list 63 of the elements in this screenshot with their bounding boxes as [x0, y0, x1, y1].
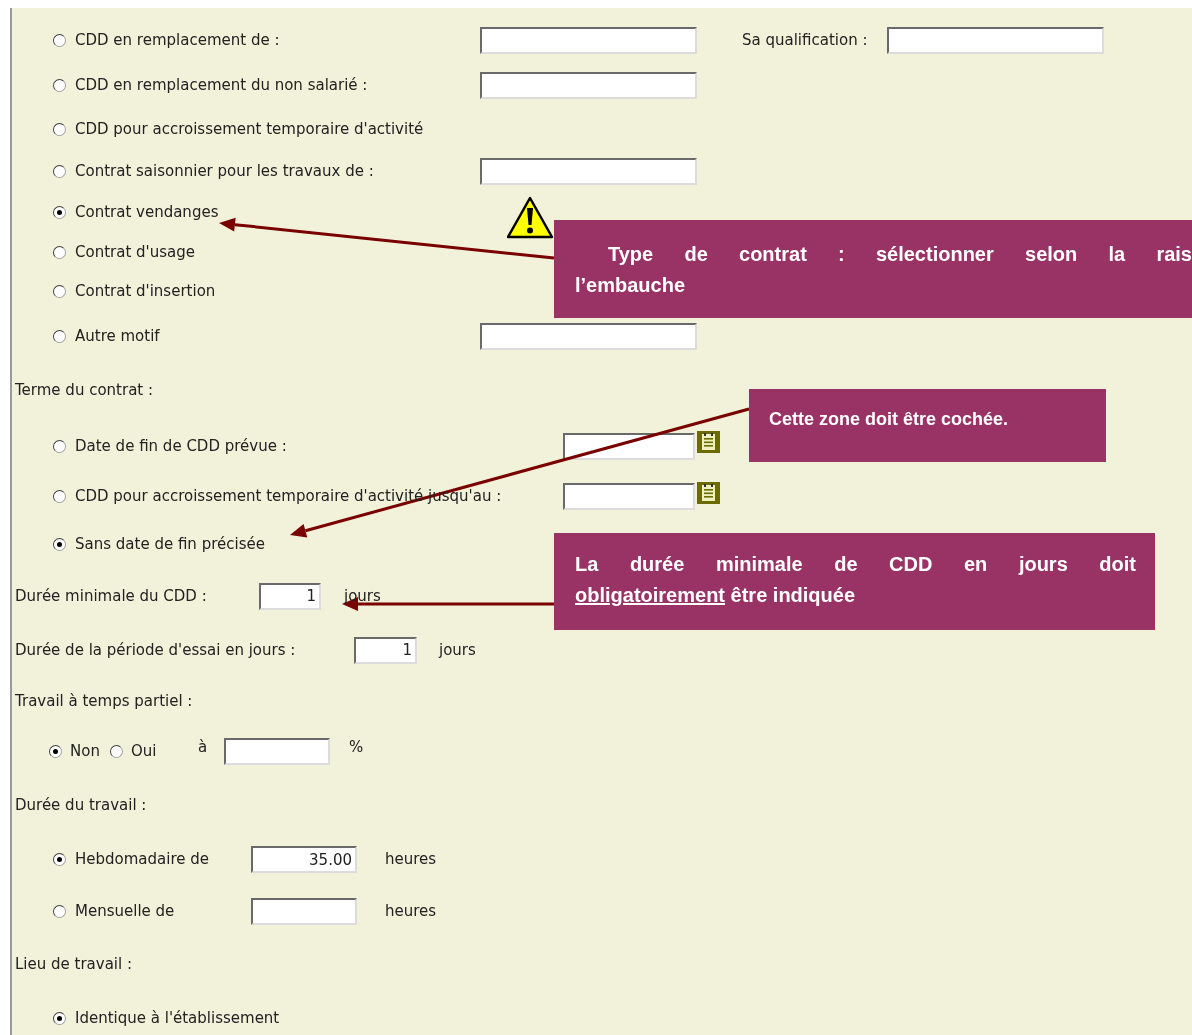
- option-label[interactable]: Hebdomadaire de: [75, 848, 251, 871]
- radio-button[interactable]: [53, 1011, 66, 1025]
- unit-label: heures: [385, 849, 437, 871]
- radio-button[interactable]: [53, 79, 66, 92]
- radio-button[interactable]: [53, 122, 66, 136]
- option-label[interactable]: Identique à l'établissement: [75, 1006, 280, 1030]
- radio-button[interactable]: [53, 853, 66, 866]
- radio-button[interactable]: [53, 904, 66, 918]
- calendar-icon[interactable]: [697, 481, 720, 504]
- text-field[interactable]: [563, 483, 695, 510]
- option-label[interactable]: CDD pour accroissement temporaire d'activité jusqu'au :: [75, 485, 563, 508]
- callout-text: La durée minimale de CDD en jours doit obligatoirement être indiquée: [575, 552, 1136, 608]
- section-label: Durée du travail :: [15, 795, 147, 817]
- option-label[interactable]: Contrat d'usage: [75, 240, 195, 264]
- unit-label: jours: [344, 585, 381, 607]
- option-label[interactable]: Non: [70, 740, 110, 763]
- field-label: Sa qualification :: [742, 29, 869, 51]
- option-label[interactable]: Oui: [131, 740, 181, 763]
- text-field[interactable]: [480, 72, 697, 99]
- text-field[interactable]: [480, 322, 697, 350]
- warning-icon: [507, 195, 554, 240]
- option-label[interactable]: CDD en remplacement du non salarié :: [75, 74, 480, 97]
- radio-button[interactable]: [53, 206, 66, 219]
- radio-button[interactable]: [53, 284, 66, 298]
- calendar-icon[interactable]: [697, 431, 720, 453]
- option-label[interactable]: Contrat saisonnier pour les travaux de :: [75, 159, 480, 183]
- field-label: à: [198, 737, 209, 759]
- callout-text: Cette zone doit être cochée.: [769, 408, 1010, 431]
- text-field[interactable]: [887, 26, 1104, 54]
- field-label: Durée de la période d'essai en jours :: [15, 639, 297, 661]
- option-label[interactable]: Contrat vendanges: [75, 201, 480, 224]
- radio-button[interactable]: [110, 745, 123, 758]
- text-field[interactable]: 1: [354, 636, 417, 664]
- radio-button[interactable]: [53, 439, 66, 453]
- unit-label: heures: [385, 900, 437, 922]
- radio-button[interactable]: [53, 538, 66, 551]
- option-label[interactable]: Sans date de fin précisée: [75, 533, 265, 556]
- radio-button[interactable]: [53, 33, 66, 47]
- option-label[interactable]: Date de fin de CDD prévue :: [75, 434, 563, 458]
- option-label[interactable]: Mensuelle de: [75, 899, 251, 923]
- radio-button[interactable]: [53, 164, 66, 178]
- text-field[interactable]: [251, 897, 357, 925]
- option-label[interactable]: CDD pour accroissement temporaire d'activité: [75, 117, 424, 141]
- field-label: Durée minimale du CDD :: [15, 585, 208, 607]
- text-field[interactable]: [480, 26, 697, 54]
- option-label[interactable]: CDD en remplacement de :: [75, 28, 480, 52]
- text-field[interactable]: [224, 738, 330, 765]
- radio-button[interactable]: [53, 490, 66, 503]
- unit-label: %: [349, 737, 364, 759]
- text-field[interactable]: 1: [259, 582, 321, 610]
- text-field[interactable]: 35.00: [251, 846, 357, 873]
- unit-label: jours: [439, 639, 476, 661]
- section-label: Travail à temps partiel :: [15, 691, 193, 713]
- radio-button[interactable]: [49, 745, 62, 758]
- section-label: Lieu de travail :: [15, 954, 132, 976]
- radio-button[interactable]: [53, 329, 66, 343]
- text-field[interactable]: [563, 432, 695, 460]
- section-label: Terme du contrat :: [15, 379, 154, 401]
- option-label[interactable]: Autre motif: [75, 324, 480, 348]
- radio-button[interactable]: [53, 245, 66, 259]
- option-label[interactable]: Contrat d'insertion: [75, 279, 216, 303]
- callout-text: Type de contrat : sélectionner selon la rais l’embauche: [575, 242, 1192, 298]
- text-field[interactable]: [480, 157, 697, 185]
